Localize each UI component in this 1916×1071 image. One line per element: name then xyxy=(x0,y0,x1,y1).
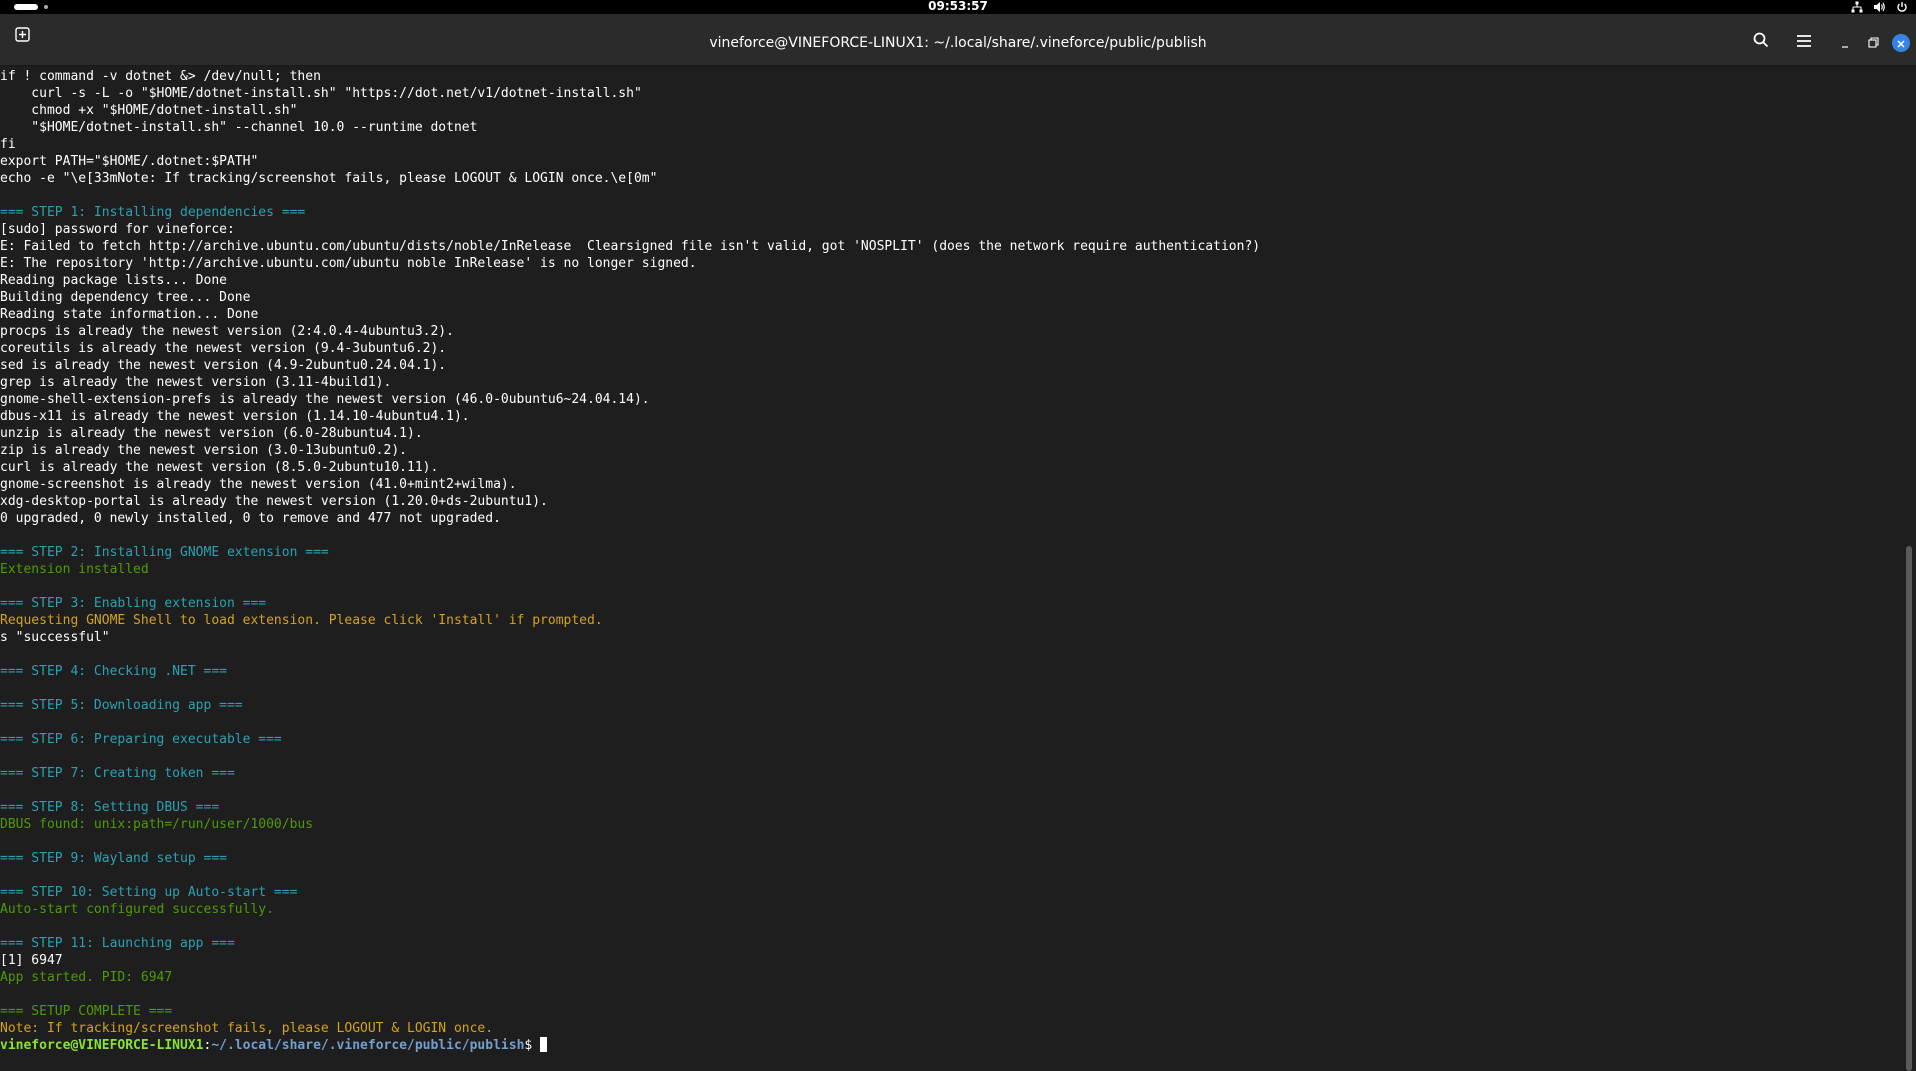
terminal-lines: if ! command -v dotnet &> /dev/null; the… xyxy=(0,68,1260,1054)
terminal-line: === STEP 4: Checking .NET === xyxy=(0,664,227,679)
terminal-line: === STEP 5: Downloading app === xyxy=(0,698,243,713)
terminal-line: === STEP 10: Setting up Auto-start === xyxy=(0,885,298,900)
terminal-line: App started. PID: 6947 xyxy=(0,970,173,985)
terminal-line: E: Failed to fetch http://archive.ubuntu… xyxy=(0,239,1261,254)
terminal-line: Reading package lists... Done xyxy=(0,273,227,288)
terminal-line: Note: If tracking/screenshot fails, plea… xyxy=(0,1021,494,1036)
terminal-line: unzip is already the newest version (6.0… xyxy=(0,426,423,441)
terminal-line: curl -s -L -o "$HOME/dotnet-install.sh" … xyxy=(0,86,642,101)
search-icon xyxy=(1753,32,1769,52)
terminal-line: gnome-screenshot is already the newest v… xyxy=(0,477,517,492)
terminal-line: fi xyxy=(0,137,16,152)
terminal-line: coreutils is already the newest version … xyxy=(0,341,447,356)
maximize-icon xyxy=(1867,33,1879,52)
terminal-line: DBUS found: unix:path=/run/user/1000/bus xyxy=(0,817,314,832)
prompt-symbol: $ xyxy=(524,1038,541,1053)
terminal-line: Reading state information... Done xyxy=(0,307,259,322)
shell-prompt[interactable]: vineforce@VINEFORCE-LINUX1:~/.local/shar… xyxy=(0,1037,1260,1054)
terminal-line: Building dependency tree... Done xyxy=(0,290,251,305)
terminal-line: === SETUP COMPLETE === xyxy=(0,1004,173,1019)
terminal-titlebar: vineforce@VINEFORCE-LINUX1: ~/.local/sha… xyxy=(0,14,1916,66)
clock[interactable]: 09:53:57 xyxy=(0,0,1916,13)
terminal-line: echo -e "\e[33mNote: If tracking/screens… xyxy=(0,171,658,186)
terminal-line: === STEP 6: Preparing executable === xyxy=(0,732,282,747)
terminal-line: if ! command -v dotnet &> /dev/null; the… xyxy=(0,69,321,84)
terminal-line: sed is already the newest version (4.9-2… xyxy=(0,358,447,373)
terminal-line: Auto-start configured successfully. xyxy=(0,902,274,917)
terminal-line: export PATH="$HOME/.dotnet:$PATH" xyxy=(0,154,259,169)
terminal-line: procps is already the newest version (2:… xyxy=(0,324,454,339)
menu-button[interactable] xyxy=(1795,33,1813,51)
terminal-line: 0 upgraded, 0 newly installed, 0 to remo… xyxy=(0,511,501,526)
terminal-output[interactable]: if ! command -v dotnet &> /dev/null; the… xyxy=(0,66,1900,1071)
top-bar: 09:53:57 xyxy=(0,0,1916,14)
network-icon[interactable] xyxy=(1851,1,1863,13)
terminal-line: s "successful" xyxy=(0,630,110,645)
terminal-line: grep is already the newest version (3.11… xyxy=(0,375,392,390)
terminal-line: Requesting GNOME Shell to load extension… xyxy=(0,613,603,628)
system-tray[interactable] xyxy=(1851,0,1908,14)
search-button[interactable] xyxy=(1752,32,1770,52)
terminal-line: === STEP 9: Wayland setup === xyxy=(0,851,227,866)
prompt-user-host: vineforce@VINEFORCE-LINUX1 xyxy=(0,1038,204,1053)
terminal-line: curl is already the newest version (8.5.… xyxy=(0,460,439,475)
terminal-line: Extension installed xyxy=(0,562,149,577)
terminal-line: dbus-x11 is already the newest version (… xyxy=(0,409,470,424)
terminal-line: === STEP 11: Launching app === xyxy=(0,936,235,951)
minimize-icon xyxy=(1840,34,1850,53)
volume-icon[interactable] xyxy=(1873,1,1886,13)
window-title: vineforce@VINEFORCE-LINUX1: ~/.local/sha… xyxy=(709,35,1207,51)
prompt-path: ~/.local/share/.vineforce/public/publish xyxy=(211,1038,525,1053)
power-icon[interactable] xyxy=(1896,1,1908,13)
terminal-line: === STEP 8: Setting DBUS === xyxy=(0,800,220,815)
terminal-line: === STEP 3: Enabling extension === xyxy=(0,596,267,611)
menu-icon xyxy=(1796,33,1812,52)
terminal-line: === STEP 2: Installing GNOME extension =… xyxy=(0,545,329,560)
terminal-line: "$HOME/dotnet-install.sh" --channel 10.0… xyxy=(0,120,478,135)
terminal-line: chmod +x "$HOME/dotnet-install.sh" xyxy=(0,103,298,118)
minimize-button[interactable] xyxy=(1838,36,1852,50)
terminal-line: === STEP 1: Installing dependencies === xyxy=(0,205,306,220)
text-cursor xyxy=(540,1037,548,1052)
maximize-button[interactable] xyxy=(1866,35,1880,49)
terminal-line: zip is already the newest version (3.0-1… xyxy=(0,443,407,458)
close-button[interactable] xyxy=(1892,34,1910,52)
terminal-line: === STEP 7: Creating token === xyxy=(0,766,235,781)
terminal-line: E: The repository 'http://archive.ubuntu… xyxy=(0,256,697,271)
terminal-line: [sudo] password for vineforce: xyxy=(0,222,235,237)
terminal-scrollbar[interactable] xyxy=(1906,546,1912,1071)
terminal-line: gnome-shell-extension-prefs is already t… xyxy=(0,392,650,407)
terminal-line: xdg-desktop-portal is already the newest… xyxy=(0,494,548,509)
close-icon xyxy=(1896,34,1906,53)
terminal-line: [1] 6947 xyxy=(0,953,63,968)
